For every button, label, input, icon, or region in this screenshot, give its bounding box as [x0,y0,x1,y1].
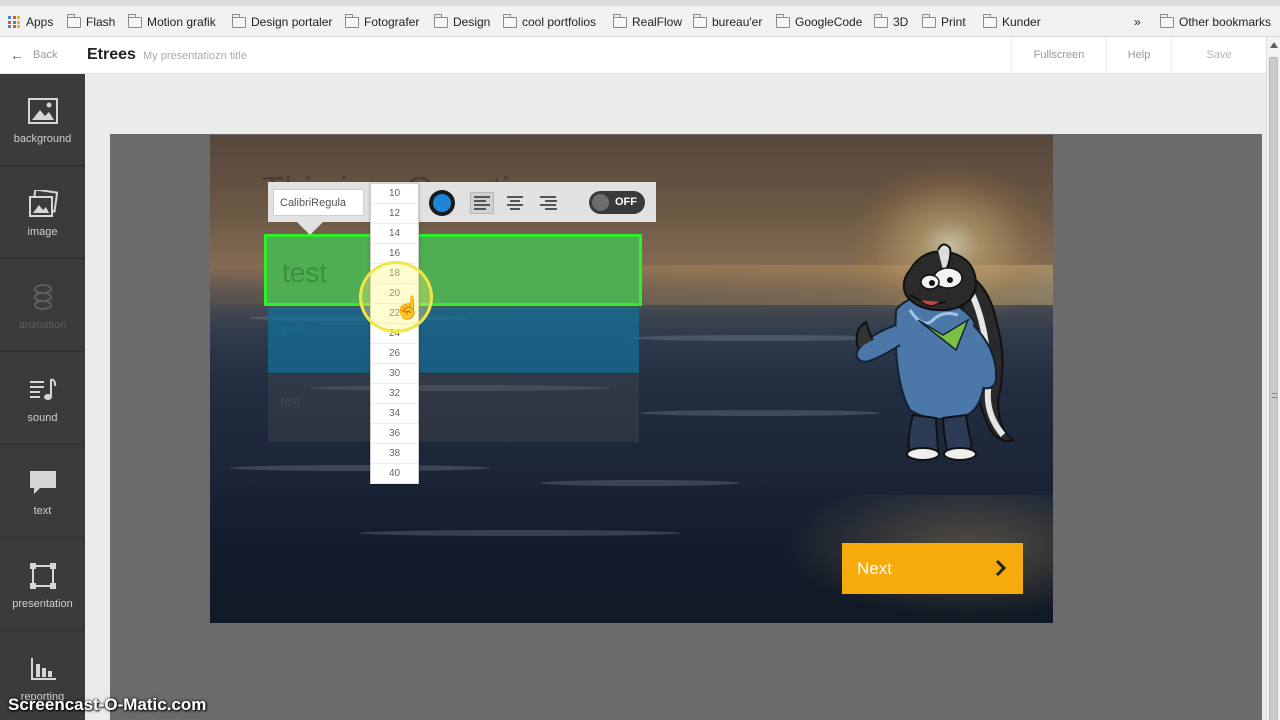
folder-icon [612,13,627,28]
bookmark-folder[interactable]: Design [433,13,490,31]
text-box[interactable]: test [268,374,639,442]
save-button[interactable]: Save [1171,37,1266,73]
sidebar-item-background[interactable]: background [0,74,85,166]
bookmark-folder[interactable]: bureau'er [692,13,762,31]
bookmark-folder[interactable]: cool portfolios [502,13,596,31]
toolbar-pointer [297,222,323,235]
folder-icon [231,13,246,28]
bookmark-folder[interactable]: Kunder [982,13,1041,31]
help-button[interactable]: Help [1106,37,1171,73]
images-icon [28,190,58,218]
brand-logo: Etrees [87,46,136,63]
page-scrollbar[interactable] [1266,37,1280,720]
font-size-option[interactable]: 36 [371,424,418,444]
font-size-option[interactable]: 12 [371,204,418,224]
bar-chart-icon [28,655,58,683]
bookmark-folder[interactable]: 3D [873,13,908,31]
align-right-button[interactable] [536,192,560,214]
presentation-title-input[interactable]: My presentatiozn title [143,50,247,62]
bookmark-folder[interactable]: GoogleCode [775,13,862,31]
folder-icon [1159,13,1174,28]
folder-icon [66,13,81,28]
folder-icon [775,13,790,28]
bookmark-folder[interactable]: Fotografer [344,13,419,31]
sidebar-item-presentation[interactable]: presentation [0,539,85,631]
sidebar-item-text[interactable]: text [0,446,85,538]
text-box[interactable]: test [268,307,639,373]
apps-grid-icon [8,16,20,28]
sidebar-item-sound[interactable]: sound [0,353,85,445]
folder-icon [433,13,448,28]
bookmarks-bar: Apps Flash Motion grafik Design portaler… [0,0,1280,37]
back-button[interactable]: ← Back [10,48,57,62]
bookmark-folder[interactable]: Motion grafik [127,13,216,31]
apps-bookmark[interactable]: Apps [8,13,53,31]
spiral-icon [28,283,58,311]
folder-icon [692,13,707,28]
text-color-picker[interactable] [429,190,455,216]
font-size-option[interactable]: 32 [371,384,418,404]
bookmark-folder[interactable]: Design portaler [231,13,332,31]
tool-sidebar: background image animation sound text pr… [0,74,85,720]
text-box-selected[interactable]: test [264,234,642,306]
music-note-icon [28,376,58,404]
font-size-option[interactable]: 38 [371,444,418,464]
bookmark-folder[interactable]: Print [921,13,966,31]
chevron-right-icon [995,559,1007,577]
grip-icon [1272,393,1277,398]
font-size-dropdown[interactable]: 10 12 14 16 18 20 22 24 26 30 32 34 36 3… [370,183,419,484]
color-dot-icon [433,194,451,212]
image-icon [27,97,58,125]
speech-bubble-icon [28,469,58,497]
frame-icon [28,562,58,590]
font-size-option[interactable]: 10 [371,184,418,204]
recording-watermark: Screencast-O-Matic.com [8,695,207,714]
folder-icon [873,13,888,28]
bookmark-folder[interactable]: RealFlow [612,13,682,31]
font-family-input[interactable]: CalibriRegula [273,189,364,216]
sidebar-item-image[interactable]: image [0,167,85,259]
toggle-switch[interactable]: OFF [589,191,645,214]
font-size-option[interactable]: 26 [371,344,418,364]
align-left-button[interactable] [470,192,494,214]
font-size-option[interactable]: 40 [371,464,418,484]
font-size-option[interactable]: 34 [371,404,418,424]
align-center-button[interactable] [503,192,527,214]
other-bookmarks[interactable]: Other bookmarks [1159,13,1271,31]
folder-icon [982,13,997,28]
scrollbar-thumb[interactable] [1269,57,1278,720]
folder-icon [502,13,517,28]
fullscreen-button[interactable]: Fullscreen [1011,37,1106,73]
font-size-option[interactable]: 14 [371,224,418,244]
sidebar-item-animation[interactable]: animation [0,260,85,352]
text-box-label: test [281,323,301,337]
bookmarks-overflow-button[interactable]: » [1134,13,1141,31]
arrow-left-icon: ← [10,47,24,63]
font-size-option[interactable]: 30 [371,364,418,384]
address-bar-strip [0,0,1280,6]
text-box-label: test [281,394,301,408]
folder-icon [127,13,142,28]
app-header: ← Back Etrees My presentatiozn title Ful… [0,37,1266,74]
folder-icon [344,13,359,28]
toggle-knob [592,194,609,211]
hand-cursor-icon: ☝ [394,295,422,320]
text-box-label: test [282,257,328,288]
bookmark-folder[interactable]: Flash [66,13,115,31]
mascot-skunk-image[interactable] [848,240,1018,465]
folder-icon [921,13,936,28]
next-button[interactable]: Next [842,543,1023,594]
scroll-up-icon[interactable] [1270,42,1278,48]
